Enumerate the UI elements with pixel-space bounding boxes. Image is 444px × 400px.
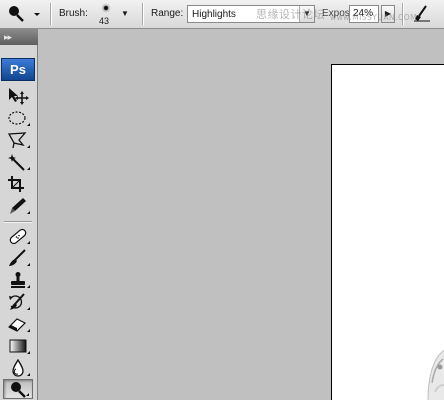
toolbox-panel: ▸▸ Ps: [0, 29, 38, 400]
move-tool-button[interactable]: [3, 86, 33, 106]
history-brush-tool-icon: [9, 293, 25, 310]
healing-brush-tool-button[interactable]: [3, 226, 33, 246]
submenu-indicator: [27, 373, 30, 376]
submenu-indicator: [27, 241, 30, 244]
brush-label: Brush:: [59, 8, 88, 19]
elliptical-marquee-tool-icon: [8, 111, 26, 125]
submenu-indicator: [26, 393, 29, 396]
gradient-tool-icon: [9, 339, 27, 353]
range-select-value: Highlights: [192, 9, 236, 20]
magic-wand-tool-icon: [8, 154, 25, 171]
slice-tool-button[interactable]: [3, 196, 33, 216]
submenu-indicator: [27, 167, 30, 170]
crop-tool-button[interactable]: [3, 174, 33, 194]
blur-tool-icon: [12, 359, 24, 377]
submenu-indicator: [27, 263, 30, 266]
range-label: Range:: [151, 8, 184, 19]
clone-stamp-tool-button[interactable]: [3, 270, 33, 290]
dodge-tool-icon: [9, 6, 24, 22]
ps-logo[interactable]: Ps: [1, 58, 35, 81]
toolbox-separator: [4, 221, 32, 223]
polygonal-lasso-tool-icon: [7, 132, 27, 149]
options-bar: Brush: 43 ▼ Range: Highlights ▼ Exposure…: [0, 0, 444, 29]
submenu-indicator: [27, 145, 30, 148]
dodge-tool-button[interactable]: [3, 379, 33, 399]
magic-wand-tool-button[interactable]: [3, 152, 33, 172]
brush-tool-icon: [9, 249, 26, 266]
eraser-tool-button[interactable]: [3, 314, 33, 334]
chevron-down-icon: ▼: [121, 9, 129, 18]
submenu-indicator: [27, 351, 30, 354]
chevron-down-icon: ▼: [299, 6, 314, 22]
submenu-indicator: [27, 307, 30, 310]
healing-brush-tool-icon: [9, 228, 27, 245]
slice-tool-icon: [10, 198, 26, 214]
gradient-tool-button[interactable]: [3, 336, 33, 356]
watermark-url: www.MISSYUAN.COM: [330, 13, 418, 22]
brush-preset-picker[interactable]: 43 ▼: [96, 2, 132, 28]
elliptical-marquee-tool-button[interactable]: [3, 108, 33, 128]
separator: [50, 3, 52, 25]
crop-tool-icon: [8, 176, 24, 192]
clone-stamp-tool-icon: [11, 272, 25, 288]
blur-tool-button[interactable]: [3, 358, 33, 378]
toolbox-header[interactable]: ▸▸: [0, 29, 38, 45]
canvas-image-fragment: [427, 349, 444, 400]
brush-tool-button[interactable]: [3, 248, 33, 268]
move-tool-icon: [9, 88, 29, 105]
submenu-indicator: [27, 329, 30, 332]
submenu-indicator: [27, 285, 30, 288]
range-select[interactable]: Highlights ▼: [187, 5, 315, 23]
submenu-indicator: [27, 211, 30, 214]
chevron-down-icon: [34, 13, 40, 16]
eraser-tool-icon: [7, 318, 27, 332]
document-canvas[interactable]: [331, 64, 444, 400]
collapse-arrows-icon[interactable]: ▸▸: [4, 32, 12, 43]
separator: [142, 3, 144, 25]
brush-size-value: 43: [99, 16, 110, 26]
history-brush-tool-button[interactable]: [3, 292, 33, 312]
tool-preset-picker[interactable]: [6, 4, 44, 24]
brush-tip-preview: [104, 6, 108, 10]
submenu-indicator: [27, 123, 30, 126]
polygonal-lasso-tool-button[interactable]: [3, 130, 33, 150]
